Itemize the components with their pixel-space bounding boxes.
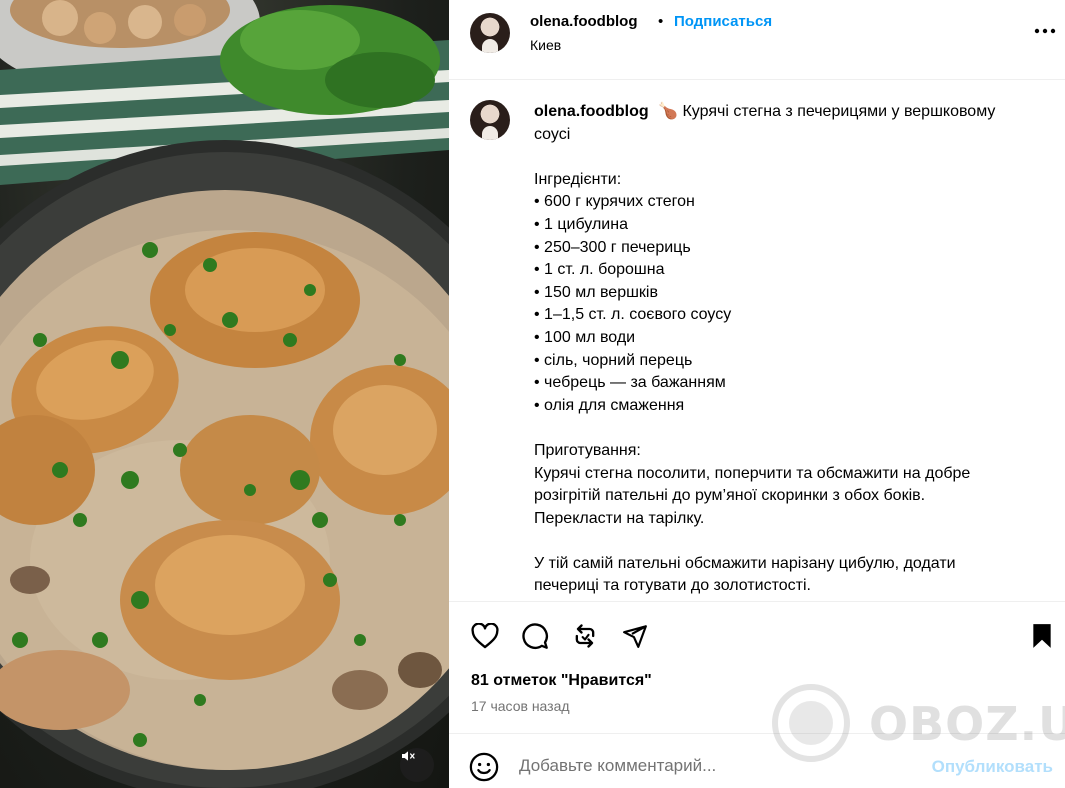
caption-line: • 100 мл води xyxy=(534,328,636,346)
action-bar xyxy=(449,601,1065,671)
caption-avatar[interactable] xyxy=(470,100,510,140)
caption-line: Приготування: xyxy=(534,441,641,459)
heart-icon xyxy=(471,623,499,649)
caption-line: Інгредієнти: xyxy=(534,170,622,188)
comment-input[interactable] xyxy=(519,753,849,779)
more-options-icon xyxy=(1034,28,1056,34)
post-timestamp[interactable]: 17 часов назад xyxy=(471,698,570,714)
repost-button[interactable] xyxy=(569,620,601,652)
caption-line: У тій самій пательні обсмажити нарізану … xyxy=(534,554,956,572)
post-media[interactable] xyxy=(0,0,449,788)
comment-bar: Опубликовать xyxy=(449,733,1065,788)
caption-line: • 250–300 г печериць xyxy=(534,238,691,256)
caption-line xyxy=(534,146,1039,169)
caption-line xyxy=(534,530,1039,553)
post-header: olena.foodblog • Подписаться Киев xyxy=(449,0,1065,80)
caption-section: olena.foodblog 🍗 Курячі стегна з печериц… xyxy=(449,81,1065,601)
follow-button[interactable]: Подписаться xyxy=(674,13,772,30)
like-button[interactable] xyxy=(469,620,501,652)
more-options-button[interactable] xyxy=(1032,18,1058,44)
send-icon xyxy=(623,625,647,648)
caption-line: • 1 ст. л. борошна xyxy=(534,261,665,279)
save-button[interactable] xyxy=(1026,620,1058,652)
likes-count[interactable]: 81 отметок "Нравится" xyxy=(471,672,652,690)
repost-icon xyxy=(575,624,595,648)
caption-line: olena.foodblog 🍗 Курячі стегна з печериц… xyxy=(534,103,996,120)
caption-line: • сіль, чорний перець xyxy=(534,351,693,369)
caption-line: • 1 цибулина xyxy=(534,215,628,233)
post-details: olena.foodblog • Подписаться Киев olena.… xyxy=(449,0,1065,788)
caption-username[interactable]: olena.foodblog xyxy=(534,103,649,120)
caption-line: розігрітій пательні до рум’яної скоринки… xyxy=(534,487,926,505)
caption-line: • 150 мл вершків xyxy=(534,283,658,301)
avatar[interactable] xyxy=(470,13,510,53)
drumstick-emoji: 🍗 xyxy=(658,103,679,120)
mute-button[interactable] xyxy=(400,748,434,782)
publish-button[interactable]: Опубликовать xyxy=(932,757,1053,777)
separator-dot: • xyxy=(658,13,664,30)
caption-line: • 1–1,5 ст. л. соєвого соусу xyxy=(534,306,732,324)
caption-line: Перекласти на тарілку. xyxy=(534,509,705,527)
caption-line: печериці та готувати до золотистості. xyxy=(534,577,811,595)
caption-line xyxy=(534,417,1039,440)
location-link[interactable]: Киев xyxy=(530,37,561,53)
sound-off-icon xyxy=(402,751,415,761)
caption-line: • олія для смаження xyxy=(534,396,685,414)
caption-line: • чебрець — за бажанням xyxy=(534,374,726,392)
caption-line: • 600 г курячих стегон xyxy=(534,193,695,211)
food-photo xyxy=(0,0,449,788)
comment-icon xyxy=(522,623,548,649)
emoji-icon xyxy=(469,752,499,782)
comment-button[interactable] xyxy=(519,620,551,652)
caption-text: olena.foodblog 🍗 Курячі стегна з печериц… xyxy=(534,101,1039,598)
caption-line: Курячі стегна посолити, поперчити та обс… xyxy=(534,464,971,482)
caption-line: соусі xyxy=(534,125,571,143)
bookmark-icon xyxy=(1033,624,1051,648)
emoji-button[interactable] xyxy=(469,752,499,782)
username-link[interactable]: olena.foodblog xyxy=(530,13,637,30)
share-button[interactable] xyxy=(619,620,651,652)
